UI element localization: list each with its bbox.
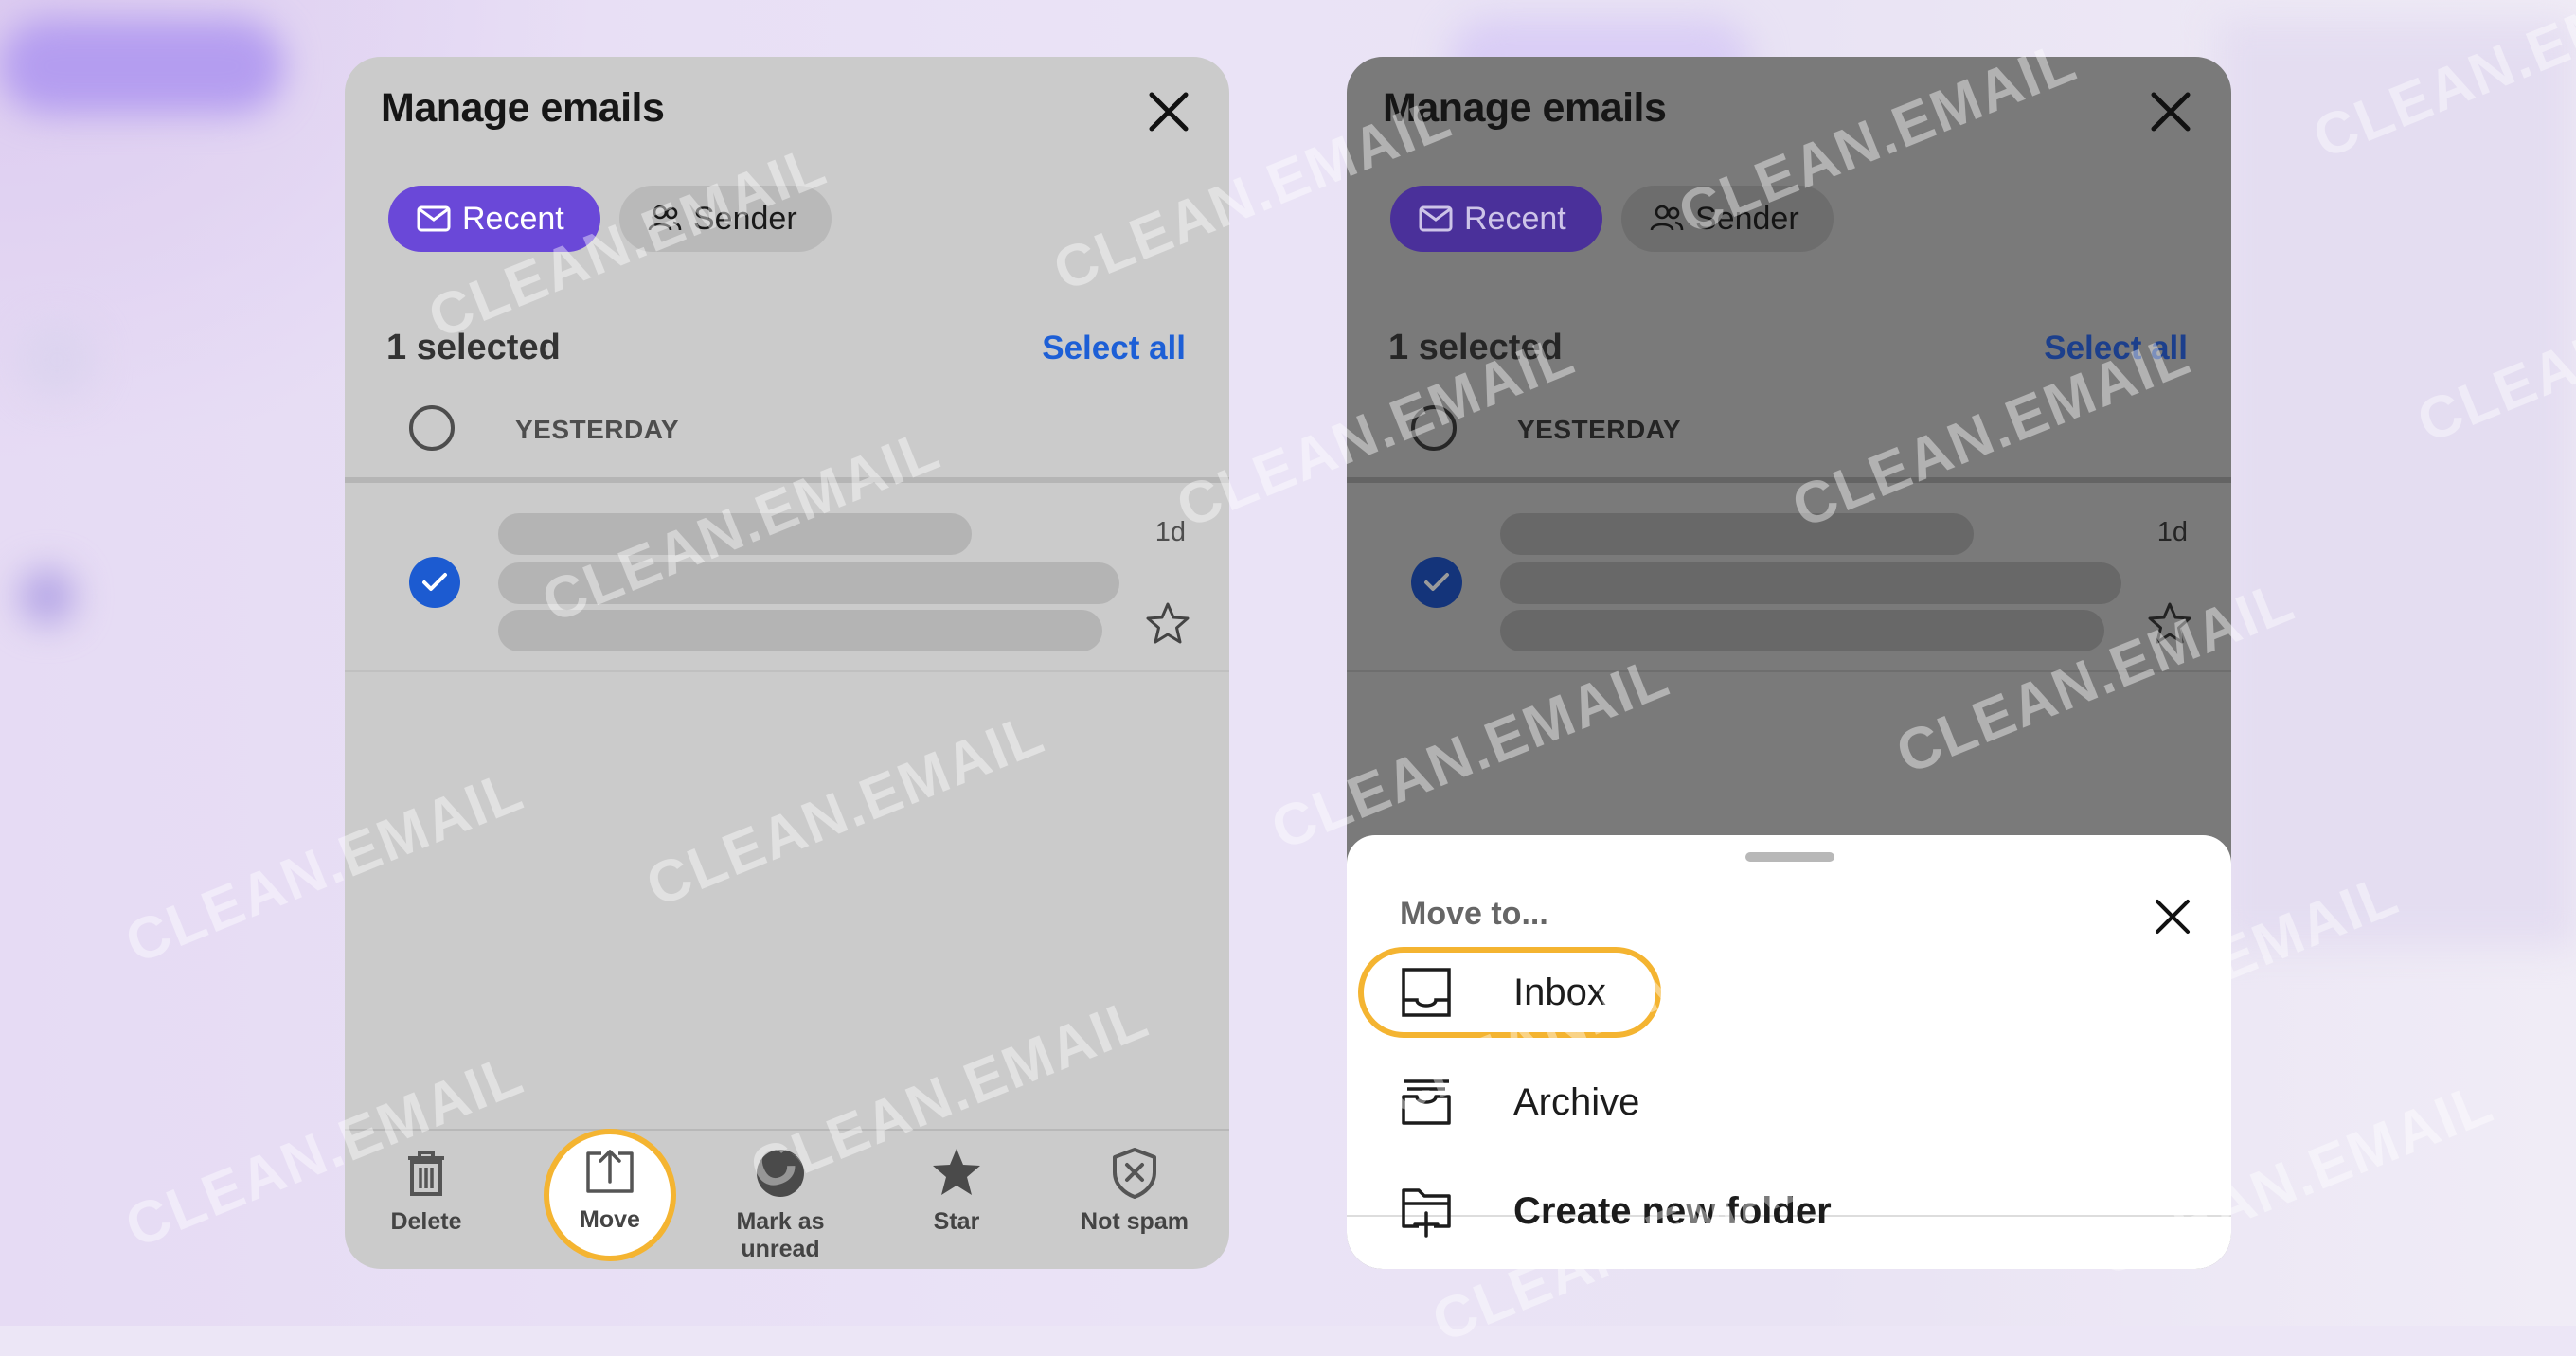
close-icon[interactable] <box>2146 87 2195 136</box>
delete-button[interactable]: Delete <box>345 1146 511 1236</box>
select-all-link[interactable]: Select all <box>2044 330 2188 367</box>
unread-icon <box>757 1150 804 1197</box>
archive-box-icon <box>1402 1079 1451 1125</box>
group-select-radio[interactable] <box>1411 405 1457 451</box>
create-new-folder-label: Create new folder <box>1513 1189 1832 1232</box>
email-age: 1d <box>1154 517 1186 547</box>
move-to-inbox[interactable]: Inbox <box>1400 959 1606 1026</box>
tab-recent-label: Recent <box>1464 200 1566 237</box>
not-spam-label: Not spam <box>1081 1208 1189 1235</box>
star-outline-icon[interactable] <box>1144 600 1191 648</box>
group-label-yesterday: YESTERDAY <box>515 415 680 444</box>
checkmark-icon <box>1424 573 1449 591</box>
divider <box>1347 670 2231 672</box>
email-preview-placeholder <box>1500 610 2104 651</box>
not-spam-icon <box>1113 1148 1156 1199</box>
star-label: Star <box>933 1208 980 1235</box>
move-icon <box>586 1150 634 1193</box>
email-age: 1d <box>2156 517 2188 547</box>
trash-icon <box>408 1151 444 1196</box>
inbox-label: Inbox <box>1513 971 1606 1013</box>
bg-blurred-panel <box>2216 19 2576 947</box>
divider <box>345 477 1229 483</box>
tab-sender-label: Sender <box>1695 200 1799 237</box>
mark-unread-button[interactable]: Mark as unread <box>695 1146 866 1263</box>
checkmark-icon <box>422 573 447 591</box>
page-title: Manage emails <box>381 85 665 131</box>
email-sender-placeholder <box>1500 513 1974 555</box>
move-to-sheet: Move to... Inbox Archive Create new fold… <box>1347 835 2231 1269</box>
tab-recent-label: Recent <box>462 200 564 237</box>
email-subject-placeholder <box>1500 562 2121 604</box>
tab-sender[interactable]: Sender <box>619 186 832 252</box>
tab-recent[interactable]: Recent <box>1390 186 1602 252</box>
create-new-folder[interactable]: Create new folder <box>1400 1178 1832 1244</box>
star-button[interactable]: Star <box>871 1146 1042 1236</box>
email-subject-placeholder <box>498 562 1119 604</box>
bg-blurred-avatar <box>19 568 76 625</box>
manage-emails-screen-right: Manage emails Recent Sender 1 selected S… <box>1347 57 2231 1269</box>
star-filled-icon <box>933 1149 980 1195</box>
sheet-drag-handle[interactable] <box>1745 852 1834 862</box>
bulk-action-toolbar: Delete Mark as unread Star Not spam <box>345 1129 1229 1269</box>
close-icon[interactable] <box>1144 87 1193 136</box>
manage-emails-screen-left: Manage emails Recent Sender 1 selected S… <box>345 57 1229 1269</box>
group-label-yesterday: YESTERDAY <box>1517 415 1682 444</box>
selected-count: 1 selected <box>1388 328 1563 367</box>
archive-label: Archive <box>1513 1080 1640 1123</box>
select-all-link[interactable]: Select all <box>1042 330 1186 367</box>
star-outline-icon[interactable] <box>2146 600 2193 648</box>
inbox-tray-icon <box>1402 968 1451 1017</box>
tab-sender-label: Sender <box>693 200 797 237</box>
selected-count: 1 selected <box>386 328 561 367</box>
tab-sender[interactable]: Sender <box>1621 186 1834 252</box>
sheet-title: Move to... <box>1400 896 1548 932</box>
tab-recent[interactable]: Recent <box>388 186 600 252</box>
delete-label: Delete <box>390 1208 462 1235</box>
divider <box>1347 477 2231 483</box>
email-checkbox-checked[interactable] <box>409 557 460 608</box>
group-select-radio[interactable] <box>409 405 455 451</box>
divider <box>345 670 1229 672</box>
not-spam-button[interactable]: Not spam <box>1049 1146 1220 1236</box>
bg-blurred-button <box>0 19 284 114</box>
envelope-icon <box>1419 205 1453 232</box>
bg-blurred-avatar <box>19 322 95 398</box>
move-label: Move <box>580 1206 640 1233</box>
mark-unread-label: Mark as unread <box>736 1208 825 1262</box>
move-to-archive[interactable]: Archive <box>1400 1069 1639 1135</box>
close-icon[interactable] <box>2152 896 2193 937</box>
email-sender-placeholder <box>498 513 972 555</box>
page-title: Manage emails <box>1383 85 1667 131</box>
people-icon <box>648 205 682 231</box>
people-icon <box>1650 205 1684 231</box>
envelope-icon <box>417 205 451 232</box>
move-button[interactable]: Move <box>525 1144 695 1234</box>
email-checkbox-checked[interactable] <box>1411 557 1462 608</box>
email-preview-placeholder <box>498 610 1102 651</box>
add-folder-icon <box>1402 1188 1451 1238</box>
